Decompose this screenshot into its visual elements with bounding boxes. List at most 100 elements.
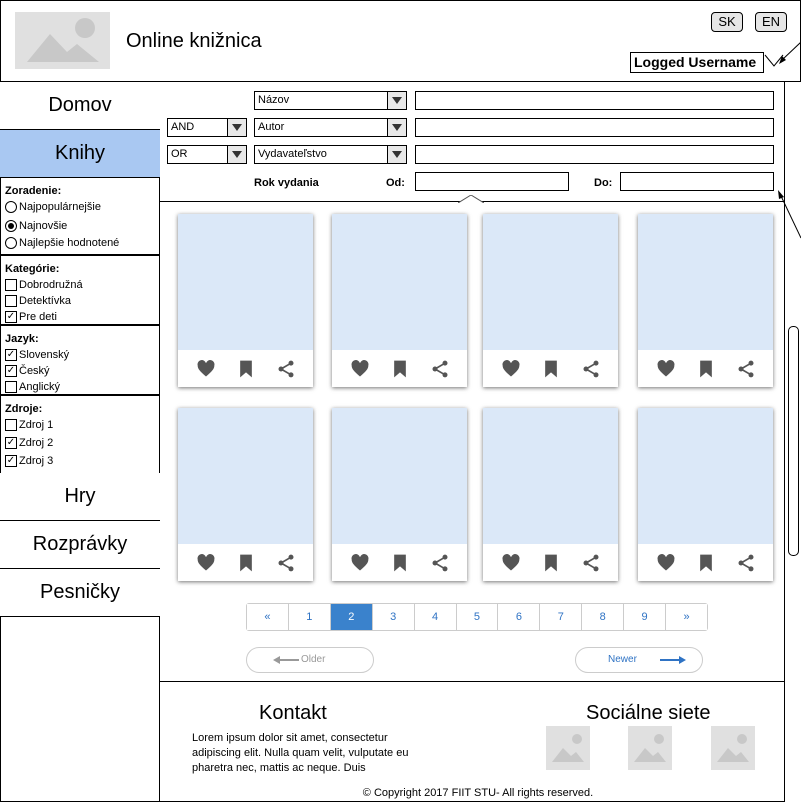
category-option[interactable]: Dobrodružná [5, 277, 160, 293]
year-to-input[interactable] [620, 172, 774, 191]
book-cover-image[interactable] [483, 214, 618, 350]
source-option[interactable]: ✓ Zdroj 2 [5, 435, 160, 451]
sidebar-item-domov[interactable]: Domov [0, 82, 160, 130]
bookmark-icon[interactable] [236, 359, 256, 379]
book-card[interactable] [178, 408, 313, 581]
checkbox[interactable] [5, 419, 17, 431]
sidebar-item-pesnicky[interactable]: Pesničky [0, 569, 160, 617]
checkbox-checked[interactable]: ✓ [5, 311, 17, 323]
book-card[interactable] [178, 214, 313, 387]
lang-sk-button[interactable]: SK [711, 12, 743, 32]
year-from-input[interactable] [415, 172, 569, 191]
heart-icon[interactable] [350, 553, 370, 573]
page-next-button[interactable]: » [666, 604, 707, 630]
checkbox[interactable] [5, 295, 17, 307]
sort-option-newest[interactable]: Najnovšie [5, 218, 160, 234]
book-cover-image[interactable] [178, 408, 313, 544]
scrollbar-thumb[interactable] [788, 326, 799, 556]
checkbox-checked[interactable]: ✓ [5, 349, 17, 361]
sidebar-item-rozpravky[interactable]: Rozprávky [0, 521, 160, 569]
page-button[interactable]: 3 [372, 604, 415, 630]
bookmark-icon[interactable] [541, 553, 561, 573]
book-cover-image[interactable] [638, 408, 773, 544]
page-button[interactable]: 1 [288, 604, 331, 630]
share-icon[interactable] [276, 359, 296, 379]
social-image-placeholder-icon[interactable] [628, 726, 672, 770]
checkbox-checked[interactable]: ✓ [5, 455, 17, 467]
heart-icon[interactable] [501, 553, 521, 573]
search-input-2[interactable] [415, 118, 774, 137]
page-button[interactable]: 9 [624, 604, 667, 630]
page-button[interactable]: 2 [330, 604, 373, 630]
share-icon[interactable] [276, 553, 296, 573]
sort-option-best-rated[interactable]: Najlepšie hodnotené [5, 235, 160, 251]
book-cover-image[interactable] [332, 214, 467, 350]
field-select-2[interactable]: Autor [254, 118, 407, 137]
language-option[interactable]: ✓ Český [5, 363, 160, 379]
page-button[interactable]: 7 [540, 604, 583, 630]
bookmark-icon[interactable] [390, 359, 410, 379]
book-cover-image[interactable] [178, 214, 313, 350]
book-cover-image[interactable] [332, 408, 467, 544]
language-option[interactable]: ✓ Slovenský [5, 347, 160, 363]
chevron-down-icon[interactable] [387, 92, 406, 109]
book-cover-image[interactable] [483, 408, 618, 544]
share-icon[interactable] [736, 359, 756, 379]
social-image-placeholder-icon[interactable] [546, 726, 590, 770]
sidebar-item-hry[interactable]: Hry [0, 473, 160, 521]
lang-en-button[interactable]: EN [755, 12, 787, 32]
radio-button[interactable] [5, 237, 17, 249]
checkbox-checked[interactable]: ✓ [5, 365, 17, 377]
checkbox[interactable] [5, 279, 17, 291]
share-icon[interactable] [430, 359, 450, 379]
sidebar-item-knihy[interactable]: Knihy [0, 130, 160, 178]
radio-button[interactable] [5, 201, 17, 213]
search-input-1[interactable] [415, 91, 774, 110]
heart-icon[interactable] [501, 359, 521, 379]
bookmark-icon[interactable] [541, 359, 561, 379]
page-prev-button[interactable]: « [247, 604, 289, 630]
older-button[interactable]: Older [246, 647, 374, 673]
username-dropdown[interactable]: Logged Username [630, 52, 764, 73]
newer-button[interactable]: Newer [575, 647, 703, 673]
book-card[interactable] [483, 214, 618, 387]
bookmark-icon[interactable] [696, 359, 716, 379]
page-button[interactable]: 8 [582, 604, 625, 630]
page-button[interactable]: 4 [414, 604, 457, 630]
bookmark-icon[interactable] [390, 553, 410, 573]
chevron-down-icon[interactable] [387, 146, 406, 163]
category-option[interactable]: ✓ Pre deti [5, 309, 160, 325]
page-button[interactable]: 5 [456, 604, 499, 630]
source-option[interactable]: ✓ Zdroj 3 [5, 453, 160, 469]
book-card[interactable] [332, 408, 467, 581]
share-icon[interactable] [581, 359, 601, 379]
social-image-placeholder-icon[interactable] [711, 726, 755, 770]
field-select-3[interactable]: Vydavateľstvo [254, 145, 407, 164]
heart-icon[interactable] [656, 553, 676, 573]
book-cover-image[interactable] [638, 214, 773, 350]
radio-button-selected[interactable] [5, 220, 17, 232]
operator-select-2[interactable]: AND [167, 118, 247, 137]
book-card[interactable] [483, 408, 618, 581]
bookmark-icon[interactable] [236, 553, 256, 573]
field-select-1[interactable]: Názov [254, 91, 407, 110]
page-button[interactable]: 6 [498, 604, 541, 630]
share-icon[interactable] [736, 553, 756, 573]
chevron-down-icon[interactable] [227, 146, 246, 163]
chevron-down-icon[interactable] [227, 119, 246, 136]
heart-icon[interactable] [196, 359, 216, 379]
share-icon[interactable] [581, 553, 601, 573]
heart-icon[interactable] [196, 553, 216, 573]
operator-select-3[interactable]: OR [167, 145, 247, 164]
checkbox[interactable] [5, 381, 17, 393]
book-card[interactable] [638, 408, 773, 581]
category-option[interactable]: Detektívka [5, 293, 160, 309]
chevron-down-icon[interactable] [387, 119, 406, 136]
share-icon[interactable] [430, 553, 450, 573]
checkbox-checked[interactable]: ✓ [5, 437, 17, 449]
book-card[interactable] [332, 214, 467, 387]
heart-icon[interactable] [350, 359, 370, 379]
language-option[interactable]: Anglický [5, 379, 160, 395]
source-option[interactable]: Zdroj 1 [5, 417, 160, 433]
sort-option-popular[interactable]: Najpopulárnejšie [5, 199, 160, 215]
